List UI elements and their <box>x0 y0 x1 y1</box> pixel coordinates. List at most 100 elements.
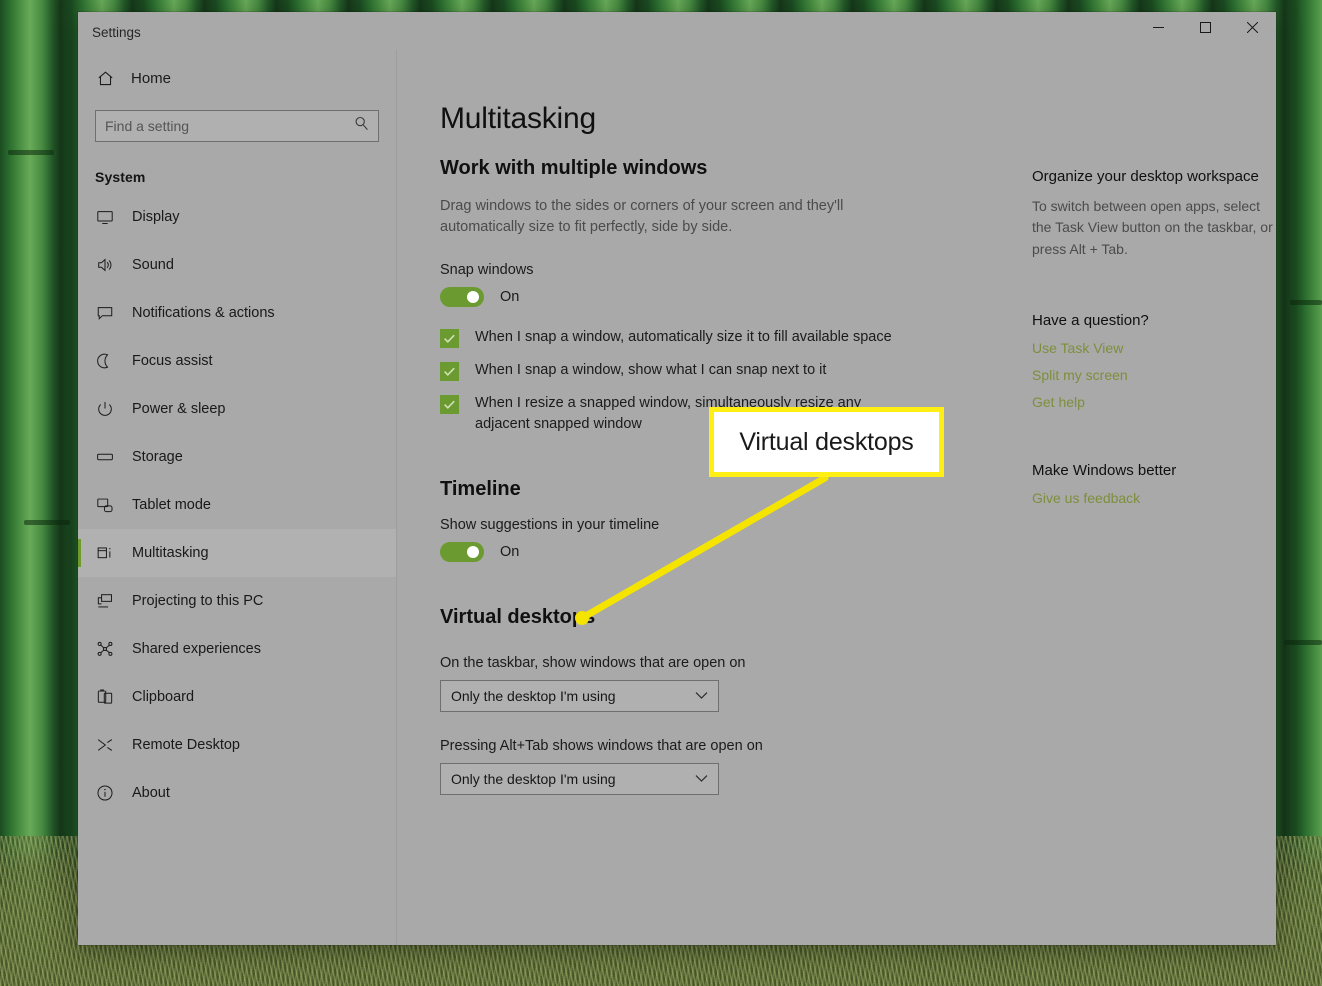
toggle-knob <box>467 546 479 559</box>
window-title: Settings <box>92 25 141 40</box>
sidebar-item-label: Tablet mode <box>132 497 211 513</box>
window-titlebar[interactable]: Settings <box>78 12 1276 50</box>
taskbar-setting-block: On the taskbar, show windows that are op… <box>440 655 1000 713</box>
sidebar-section-title: System <box>95 169 146 185</box>
moon-icon <box>95 351 115 371</box>
sidebar-item-tablet-mode[interactable]: Tablet mode <box>78 481 396 529</box>
checkbox-label: When I resize a snapped window, simultan… <box>475 395 862 432</box>
page-title: Multitasking <box>440 102 596 135</box>
settings-window: Settings Home Find a setting System Disp… <box>78 12 1276 945</box>
link-give-us-feedback[interactable]: Give us feedback <box>1032 490 1276 506</box>
settings-main-pane: Multitasking Work with multiple windows … <box>397 50 1276 945</box>
alttab-setting-block: Pressing Alt+Tab shows windows that are … <box>440 738 1000 796</box>
settings-content-column: Multitasking Work with multiple windows … <box>440 102 1000 945</box>
search-input[interactable] <box>96 111 378 141</box>
organize-body: To switch between open apps, select the … <box>1032 198 1273 257</box>
help-column: Organize your desktop workspace To switc… <box>1032 102 1276 945</box>
sidebar-item-label: Display <box>132 209 180 225</box>
sidebar-item-about[interactable]: About <box>78 769 396 817</box>
tablet-icon <box>95 495 115 515</box>
organize-heading: Organize your desktop workspace <box>1032 168 1259 185</box>
sidebar-item-clipboard[interactable]: Clipboard <box>78 673 396 721</box>
project-icon <box>95 591 115 611</box>
sidebar-item-sound[interactable]: Sound <box>78 241 396 289</box>
snap-options-list: When I snap a window, automatically size… <box>440 327 1000 434</box>
checkbox-label: When I snap a window, show what I can sn… <box>475 362 827 379</box>
dropdown-value: Only the desktop I'm using <box>451 688 616 705</box>
search-box[interactable] <box>95 110 379 142</box>
link-get-help[interactable]: Get help <box>1032 394 1276 410</box>
sidebar-item-storage[interactable]: Storage <box>78 433 396 481</box>
link-split-my-screen[interactable]: Split my screen <box>1032 367 1276 383</box>
sidebar-item-label: Projecting to this PC <box>132 593 264 609</box>
link-use-task-view[interactable]: Use Task View <box>1032 340 1276 356</box>
drive-icon <box>95 447 115 467</box>
question-heading: Have a question? <box>1032 311 1149 329</box>
speaker-icon <box>95 255 115 275</box>
sidebar-item-notifications[interactable]: Notifications & actions <box>78 289 396 337</box>
sidebar-item-label: Focus assist <box>132 353 213 369</box>
sidebar-item-label: Shared experiences <box>132 641 261 657</box>
monitor-icon <box>95 207 115 227</box>
taskbar-windows-dropdown[interactable]: Only the desktop I'm using <box>440 680 719 713</box>
sidebar-item-label: Power & sleep <box>132 401 226 417</box>
chevron-down-icon <box>695 770 708 788</box>
timeline-suggestions-toggle[interactable] <box>440 542 484 563</box>
sidebar-item-display[interactable]: Display <box>78 193 396 241</box>
sidebar-item-multitasking[interactable]: Multitasking <box>78 529 396 577</box>
power-icon <box>95 399 115 419</box>
virtual-desktops-heading: Virtual desktops <box>440 606 596 629</box>
toggle-knob <box>467 291 479 304</box>
timeline-section-heading: Timeline <box>440 478 521 501</box>
sidebar-item-projecting[interactable]: Projecting to this PC <box>78 577 396 625</box>
snap-windows-label: Snap windows <box>440 262 534 279</box>
snap-windows-state: On <box>500 289 520 306</box>
checkbox-row[interactable]: When I snap a window, show what I can sn… <box>440 360 1000 382</box>
clipboard-icon <box>95 687 115 707</box>
sidebar-item-shared-experiences[interactable]: Shared experiences <box>78 625 396 673</box>
sidebar-item-label: Storage <box>132 449 183 465</box>
sidebar-item-home[interactable]: Home <box>78 58 396 98</box>
sidebar-item-label: Sound <box>132 257 174 273</box>
chevron-down-icon <box>695 687 708 705</box>
sidebar-item-focus-assist[interactable]: Focus assist <box>78 337 396 385</box>
checkbox-show-snap-next[interactable] <box>440 362 459 382</box>
multitask-icon <box>95 543 115 563</box>
sidebar-nav-list: Display Sound Notifications & actions Fo… <box>78 193 396 817</box>
sidebar-item-label: Remote Desktop <box>132 737 240 753</box>
sidebar-item-label: Clipboard <box>132 689 195 705</box>
maximize-button[interactable] <box>1182 12 1229 43</box>
chat-icon <box>95 303 115 323</box>
info-icon <box>95 783 115 803</box>
remote-icon <box>95 735 115 755</box>
sidebar-item-label: Multitasking <box>132 545 209 561</box>
sidebar-item-label: Notifications & actions <box>132 305 275 321</box>
settings-sidebar: Home System <box>78 50 397 945</box>
sidebar-home-label: Home <box>131 69 172 87</box>
sidebar-item-label: About <box>132 785 170 801</box>
sidebar-item-remote-desktop[interactable]: Remote Desktop <box>78 721 396 769</box>
checkbox-label: When I snap a window, automatically size… <box>475 329 892 346</box>
timeline-toggle-row: On <box>440 542 1000 563</box>
window-controls <box>1135 12 1276 43</box>
alttab-dropdown-label: Pressing Alt+Tab shows windows that are … <box>440 738 763 755</box>
work-section-heading: Work with multiple windows <box>440 157 708 179</box>
snap-windows-toggle-row: On <box>440 287 1000 308</box>
alttab-windows-dropdown[interactable]: Only the desktop I'm using <box>440 763 719 796</box>
work-section-description: Drag windows to the sides or corners of … <box>440 198 844 236</box>
taskbar-dropdown-label: On the taskbar, show windows that are op… <box>440 655 746 672</box>
checkbox-resize-adjacent[interactable] <box>440 395 459 415</box>
sidebar-item-power-sleep[interactable]: Power & sleep <box>78 385 396 433</box>
close-button[interactable] <box>1229 12 1276 43</box>
timeline-suggestions-state: On <box>500 544 520 561</box>
checkbox-row[interactable]: When I resize a snapped window, simultan… <box>440 393 1000 434</box>
checkbox-row[interactable]: When I snap a window, automatically size… <box>440 327 1000 349</box>
make-windows-better-heading: Make Windows better <box>1032 461 1177 479</box>
snap-windows-toggle[interactable] <box>440 287 484 308</box>
home-icon <box>95 68 115 88</box>
share-icon <box>95 639 115 659</box>
timeline-suggestions-label: Show suggestions in your timeline <box>440 517 660 534</box>
dropdown-value: Only the desktop I'm using <box>451 771 616 788</box>
minimize-button[interactable] <box>1135 12 1182 43</box>
checkbox-autosize[interactable] <box>440 329 459 349</box>
